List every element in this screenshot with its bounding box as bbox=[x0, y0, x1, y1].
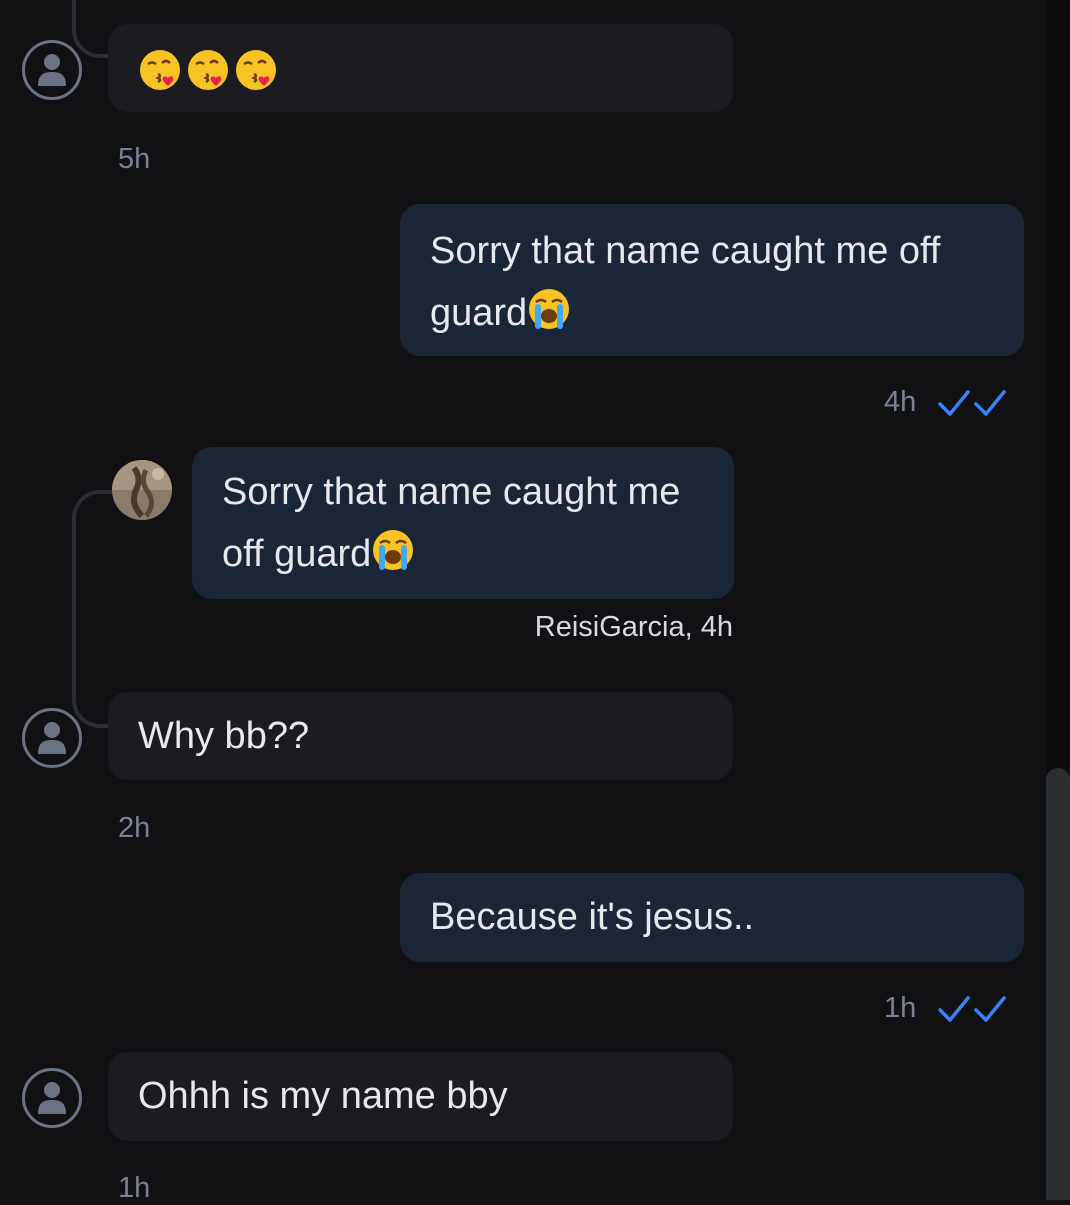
profile-photo-avatar[interactable] bbox=[112, 460, 172, 520]
double-check-icon bbox=[938, 995, 1007, 1022]
quoted-message-text: Sorry that name caught me off guard bbox=[222, 471, 681, 575]
message-timestamp: 1h bbox=[884, 992, 917, 1024]
person-icon bbox=[38, 54, 66, 86]
loudly-crying-face-icon bbox=[529, 289, 570, 329]
user-avatar[interactable] bbox=[22, 708, 82, 768]
scrollbar-thumb[interactable] bbox=[1046, 768, 1070, 1200]
person-icon bbox=[38, 722, 66, 754]
message-bubble-outgoing[interactable]: Because it's jesus.. bbox=[400, 873, 1024, 962]
message-text: Ohhh is my name bby bbox=[138, 1075, 508, 1117]
profile-photo bbox=[112, 460, 172, 520]
person-icon bbox=[38, 1082, 66, 1114]
message-meta: 4h bbox=[884, 386, 1007, 419]
message-text: Because it's jesus.. bbox=[430, 896, 755, 938]
message-timestamp: 1h bbox=[118, 1172, 151, 1204]
kissing-face-with-heart-icon bbox=[236, 50, 276, 90]
thread-connector-reply bbox=[72, 490, 112, 728]
emoji-row bbox=[138, 48, 703, 92]
user-avatar[interactable] bbox=[22, 40, 82, 100]
message-bubble-incoming[interactable] bbox=[108, 24, 733, 112]
double-check-icon bbox=[938, 389, 1007, 416]
quoted-message-bubble[interactable]: Sorry that name caught me off guard bbox=[192, 447, 734, 599]
message-text: Sorry that name caught me off guard bbox=[430, 230, 941, 334]
message-timestamp: 5h bbox=[118, 143, 151, 175]
message-bubble-outgoing[interactable]: Sorry that name caught me off guard bbox=[400, 204, 1024, 356]
thread-connector-top bbox=[72, 0, 108, 58]
message-meta: 1h bbox=[884, 992, 1007, 1025]
message-timestamp: 4h bbox=[884, 386, 917, 418]
quoted-attribution: ReisiGarcia, 4h bbox=[534, 611, 733, 643]
message-timestamp: 2h bbox=[118, 812, 151, 844]
message-text: Why bb?? bbox=[138, 715, 310, 757]
kissing-face-with-heart-icon bbox=[140, 50, 180, 90]
message-bubble-incoming[interactable]: Ohhh is my name bby bbox=[108, 1052, 733, 1141]
loudly-crying-face-icon bbox=[373, 530, 414, 570]
kissing-face-with-heart-icon bbox=[188, 50, 228, 90]
message-bubble-incoming[interactable]: Why bb?? bbox=[108, 692, 733, 780]
user-avatar[interactable] bbox=[22, 1068, 82, 1128]
